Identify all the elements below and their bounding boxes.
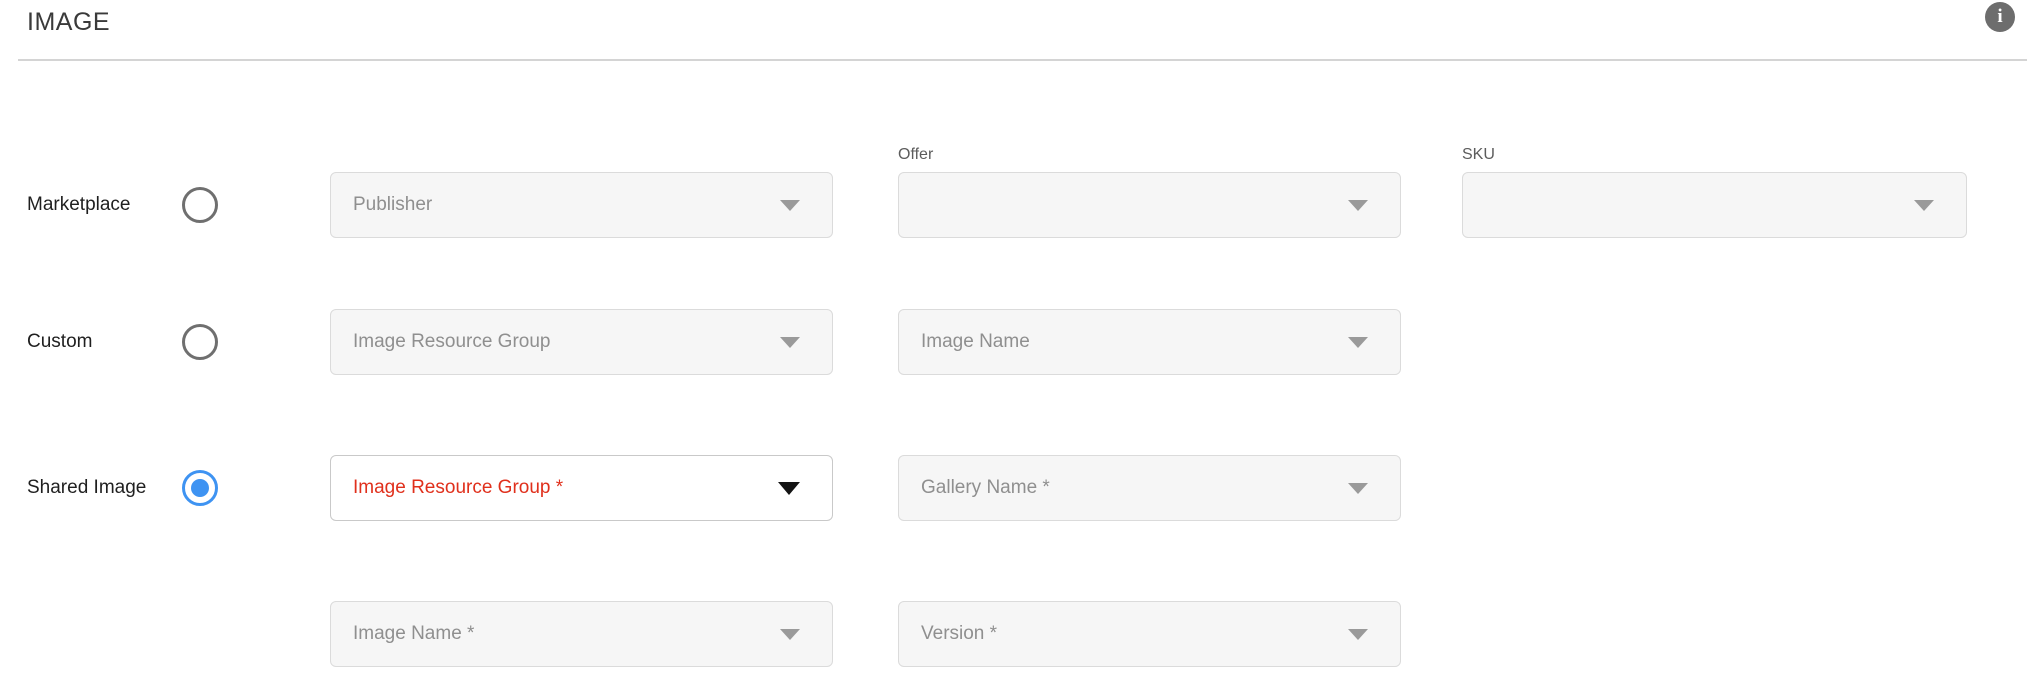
chevron-down-icon (1348, 629, 1368, 640)
chevron-down-icon (780, 337, 800, 348)
gallery-name-placeholder: Gallery Name * (921, 477, 1050, 499)
custom-radio[interactable] (182, 324, 218, 360)
publisher-dropdown-placeholder: Publisher (353, 194, 432, 216)
marketplace-option-label: Marketplace (27, 194, 131, 216)
shared-image-resource-group-dropdown[interactable]: Image Resource Group * (330, 455, 833, 521)
chevron-down-icon (780, 200, 800, 211)
chevron-down-icon (778, 482, 800, 495)
marketplace-radio[interactable] (182, 187, 218, 223)
section-divider (18, 59, 2027, 61)
shared-image-resource-group-placeholder: Image Resource Group * (353, 477, 563, 499)
chevron-down-icon (1348, 483, 1368, 494)
sku-dropdown[interactable] (1462, 172, 1967, 238)
custom-image-resource-group-dropdown[interactable]: Image Resource Group (330, 309, 833, 375)
chevron-down-icon (1348, 337, 1368, 348)
custom-image-resource-group-placeholder: Image Resource Group (353, 331, 551, 353)
shared-image-name-dropdown[interactable]: Image Name * (330, 601, 833, 667)
custom-option-label: Custom (27, 331, 92, 353)
version-dropdown[interactable]: Version * (898, 601, 1401, 667)
gallery-name-dropdown[interactable]: Gallery Name * (898, 455, 1401, 521)
custom-image-name-dropdown[interactable]: Image Name (898, 309, 1401, 375)
offer-field-label: Offer (898, 145, 933, 165)
info-icon[interactable]: i (1985, 2, 2015, 32)
custom-image-name-placeholder: Image Name (921, 331, 1030, 353)
shared-image-name-placeholder: Image Name * (353, 623, 474, 645)
chevron-down-icon (780, 629, 800, 640)
offer-dropdown[interactable] (898, 172, 1401, 238)
version-placeholder: Version * (921, 623, 997, 645)
section-title: IMAGE (27, 8, 110, 37)
shared-image-option-label: Shared Image (27, 477, 146, 499)
chevron-down-icon (1914, 200, 1934, 211)
chevron-down-icon (1348, 200, 1368, 211)
sku-field-label: SKU (1462, 145, 1967, 165)
info-icon-glyph: i (1997, 6, 2002, 28)
shared-image-radio[interactable] (182, 470, 218, 506)
publisher-dropdown[interactable]: Publisher (330, 172, 833, 238)
image-section: IMAGE i Marketplace Publisher Offer SKU … (0, 0, 2044, 686)
